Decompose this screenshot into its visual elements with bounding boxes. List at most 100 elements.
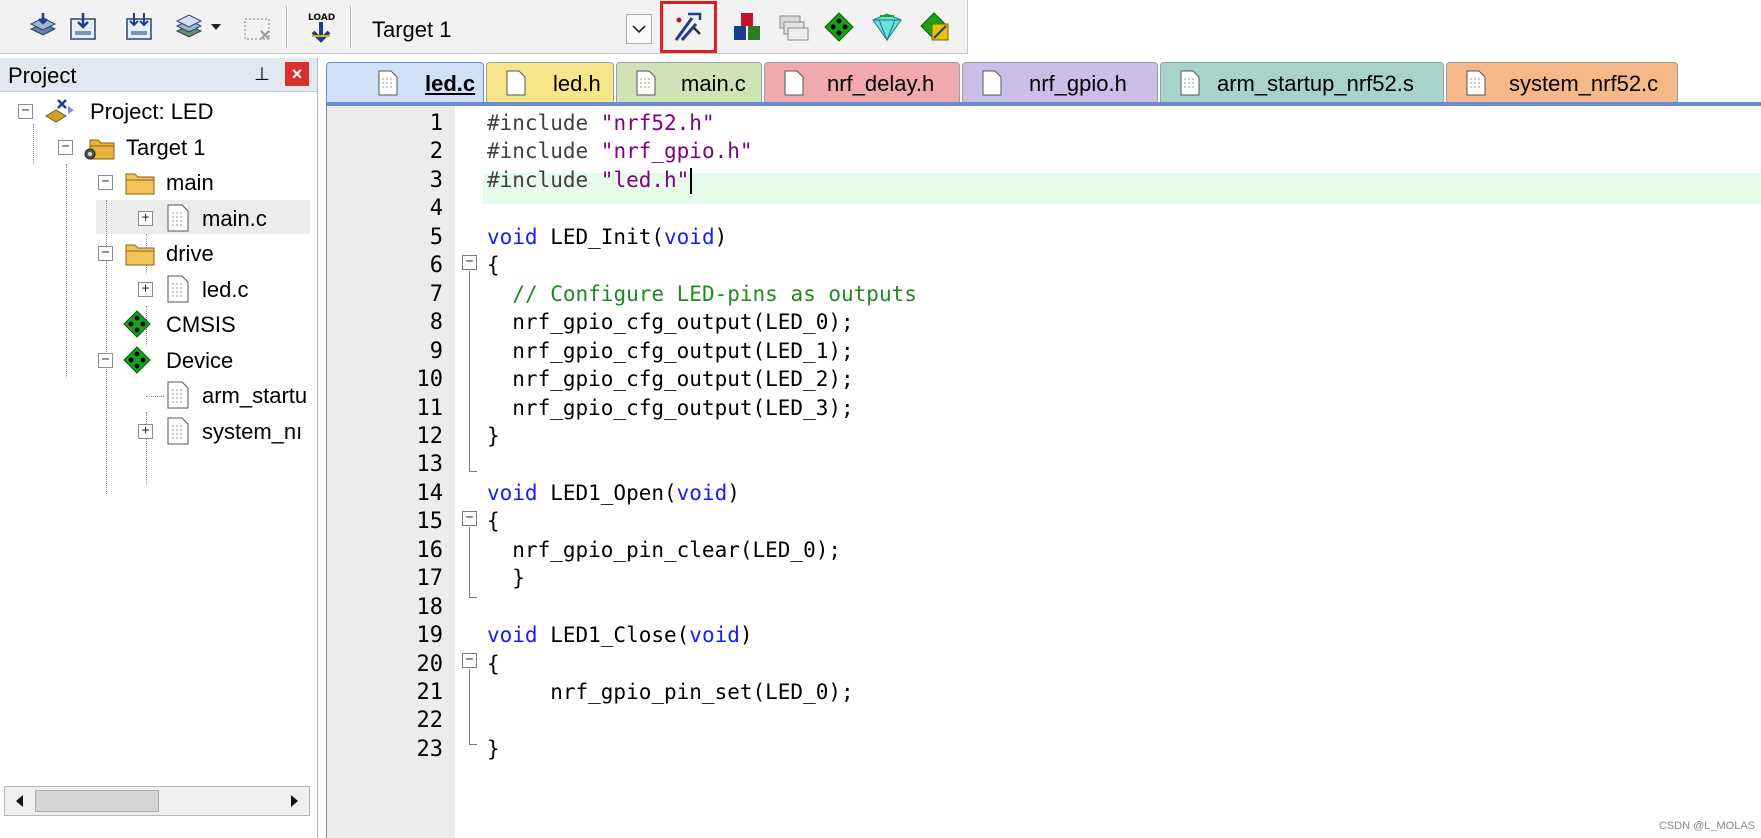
expand-icon[interactable]: + (138, 282, 153, 297)
code-editor[interactable]: 1 2 3 4 5 6 7 8 9 10 11 12 13 14 15 16 17 18 19 20 21 22 23 − … (326, 106, 1761, 838)
code-line[interactable]: #include "led.h" (487, 165, 689, 197)
batch-build-button[interactable] (170, 8, 208, 46)
manage-run-time-environment-button[interactable] (916, 8, 954, 46)
horizontal-scrollbar[interactable] (4, 786, 310, 816)
project-pane-title: Project (8, 63, 77, 88)
line-number: 20 (416, 651, 444, 677)
batch-build-dropdown[interactable] (206, 8, 226, 46)
tab-led-h[interactable]: led.h (486, 62, 614, 102)
code-line[interactable]: nrf_gpio_cfg_output(LED_3); (487, 393, 853, 425)
tab-nrf-gpio-h[interactable]: nrf_gpio.h (962, 62, 1158, 102)
build-target-icon (70, 13, 96, 40)
expand-icon[interactable]: + (138, 424, 153, 439)
fold-collapse-icon[interactable]: − (462, 653, 477, 668)
fold-end-mark (469, 744, 477, 745)
line-number: 15 (416, 509, 444, 535)
stop-build-button[interactable] (238, 8, 276, 46)
tab-label: arm_startup_nrf52.s (1217, 71, 1414, 96)
target-folder-icon (82, 132, 116, 168)
code-token: "nrf52.h" (600, 111, 715, 135)
code-token: nrf_gpio_cfg_output(LED_0); (487, 310, 854, 335)
batch-build-icon (175, 14, 203, 38)
collapse-icon[interactable]: − (98, 175, 113, 190)
pin-icon[interactable]: ⊥ (250, 62, 274, 86)
code-line[interactable]: nrf_gpio_pin_clear(LED_0); (487, 535, 841, 567)
collapse-icon[interactable]: − (58, 140, 73, 155)
line-number-gutter[interactable]: 1 2 3 4 5 6 7 8 9 10 11 12 13 14 15 16 17 18 19 20 21 22 23 (327, 106, 455, 838)
select-packs-icon (824, 12, 854, 42)
expand-icon[interactable]: + (138, 211, 153, 226)
rebuild-button[interactable] (120, 8, 158, 46)
code-line[interactable]: void LED1_Close(void) (487, 620, 753, 652)
tab-arm-startup-nrf52-s[interactable]: arm_startup_nrf52.s (1160, 62, 1444, 102)
file-icon (1179, 69, 1201, 103)
fold-guide-line (469, 527, 470, 597)
code-line[interactable]: { (487, 250, 500, 282)
fold-collapse-icon[interactable]: − (462, 255, 477, 270)
code-line[interactable]: // Configure LED-pins as outputs (487, 279, 917, 311)
tree-node-label: main (166, 170, 214, 195)
line-number: 6 (429, 253, 443, 279)
device-diamond-icon (122, 345, 152, 381)
translate-file-button[interactable] (24, 8, 62, 46)
code-line[interactable]: void LED1_Open(void) (487, 478, 740, 510)
file-icon (981, 69, 1003, 103)
tab-main-c[interactable]: main.c (616, 62, 762, 102)
code-line[interactable]: nrf_gpio_pin_set(LED_0); (487, 677, 853, 709)
project-pane: Project ⊥ × − Project: LED − Target 1 − … (0, 58, 318, 838)
file-icon (635, 69, 657, 103)
collapse-icon[interactable]: − (98, 353, 113, 368)
code-line[interactable]: nrf_gpio_cfg_output(LED_1); (487, 336, 853, 368)
line-number: 17 (416, 566, 444, 592)
collapse-icon[interactable]: − (98, 246, 113, 261)
scroll-left-icon[interactable] (7, 790, 31, 812)
code-line[interactable]: nrf_gpio_cfg_output(LED_2); (487, 364, 853, 396)
code-line[interactable]: #include "nrf_gpio.h" (487, 136, 753, 168)
file-icon (783, 69, 805, 103)
code-line[interactable]: } (487, 563, 525, 595)
tree-node-label: Device (166, 348, 234, 373)
line-number: 14 (416, 480, 444, 506)
collapse-icon[interactable]: − (18, 104, 33, 119)
code-token: "nrf_gpio.h" (600, 139, 753, 164)
toolbar-separator (350, 6, 352, 48)
line-number: 8 (429, 310, 443, 336)
code-token: LED1_Open( (537, 480, 677, 505)
build-button[interactable] (64, 8, 102, 46)
manage-project-items-button[interactable] (774, 8, 812, 46)
code-line[interactable]: #include "nrf52.h" (487, 108, 715, 140)
manage-components-icon (734, 13, 760, 40)
target-select[interactable]: Target 1 (364, 10, 654, 46)
line-number: 22 (416, 708, 444, 734)
code-line[interactable]: void LED_Init(void) (487, 222, 727, 254)
editor-tabs: led.c led.h main.c nrf_delay.h nrf_gpio.… (326, 58, 1761, 104)
project-icon (44, 96, 76, 132)
scrollbar-thumb[interactable] (35, 790, 159, 812)
code-line[interactable]: { (487, 649, 500, 681)
line-number: 19 (416, 623, 444, 649)
code-token: void (487, 480, 538, 505)
code-line[interactable]: } (487, 421, 500, 453)
download-button[interactable]: LOAD (302, 8, 340, 46)
line-number: 10 (416, 367, 444, 393)
watermark: CSDN @L_MOLAS (1658, 820, 1755, 832)
close-icon[interactable]: × (285, 62, 309, 86)
stop-build-icon (244, 18, 270, 40)
code-line[interactable]: } (487, 734, 500, 766)
pack-installer-button[interactable] (868, 8, 906, 46)
code-line[interactable]: { (487, 506, 500, 538)
file-icon (1465, 69, 1487, 103)
target-select-dropdown[interactable] (626, 14, 652, 44)
code-line[interactable]: nrf_gpio_cfg_output(LED_0); (487, 307, 854, 339)
tab-system-nrf52-c[interactable]: system_nrf52.c (1446, 62, 1678, 102)
tab-led-c[interactable]: led.c (326, 62, 484, 102)
manage-components-button[interactable] (728, 8, 766, 46)
tab-nrf-delay-h[interactable]: nrf_delay.h (764, 62, 960, 102)
scroll-right-icon[interactable] (283, 790, 307, 812)
highlight-box (660, 1, 717, 53)
select-packs-button[interactable] (820, 8, 858, 46)
code-token: { (487, 253, 500, 278)
code-token: // Configure LED-pins as outputs (512, 281, 917, 306)
fold-collapse-icon[interactable]: − (462, 511, 477, 526)
